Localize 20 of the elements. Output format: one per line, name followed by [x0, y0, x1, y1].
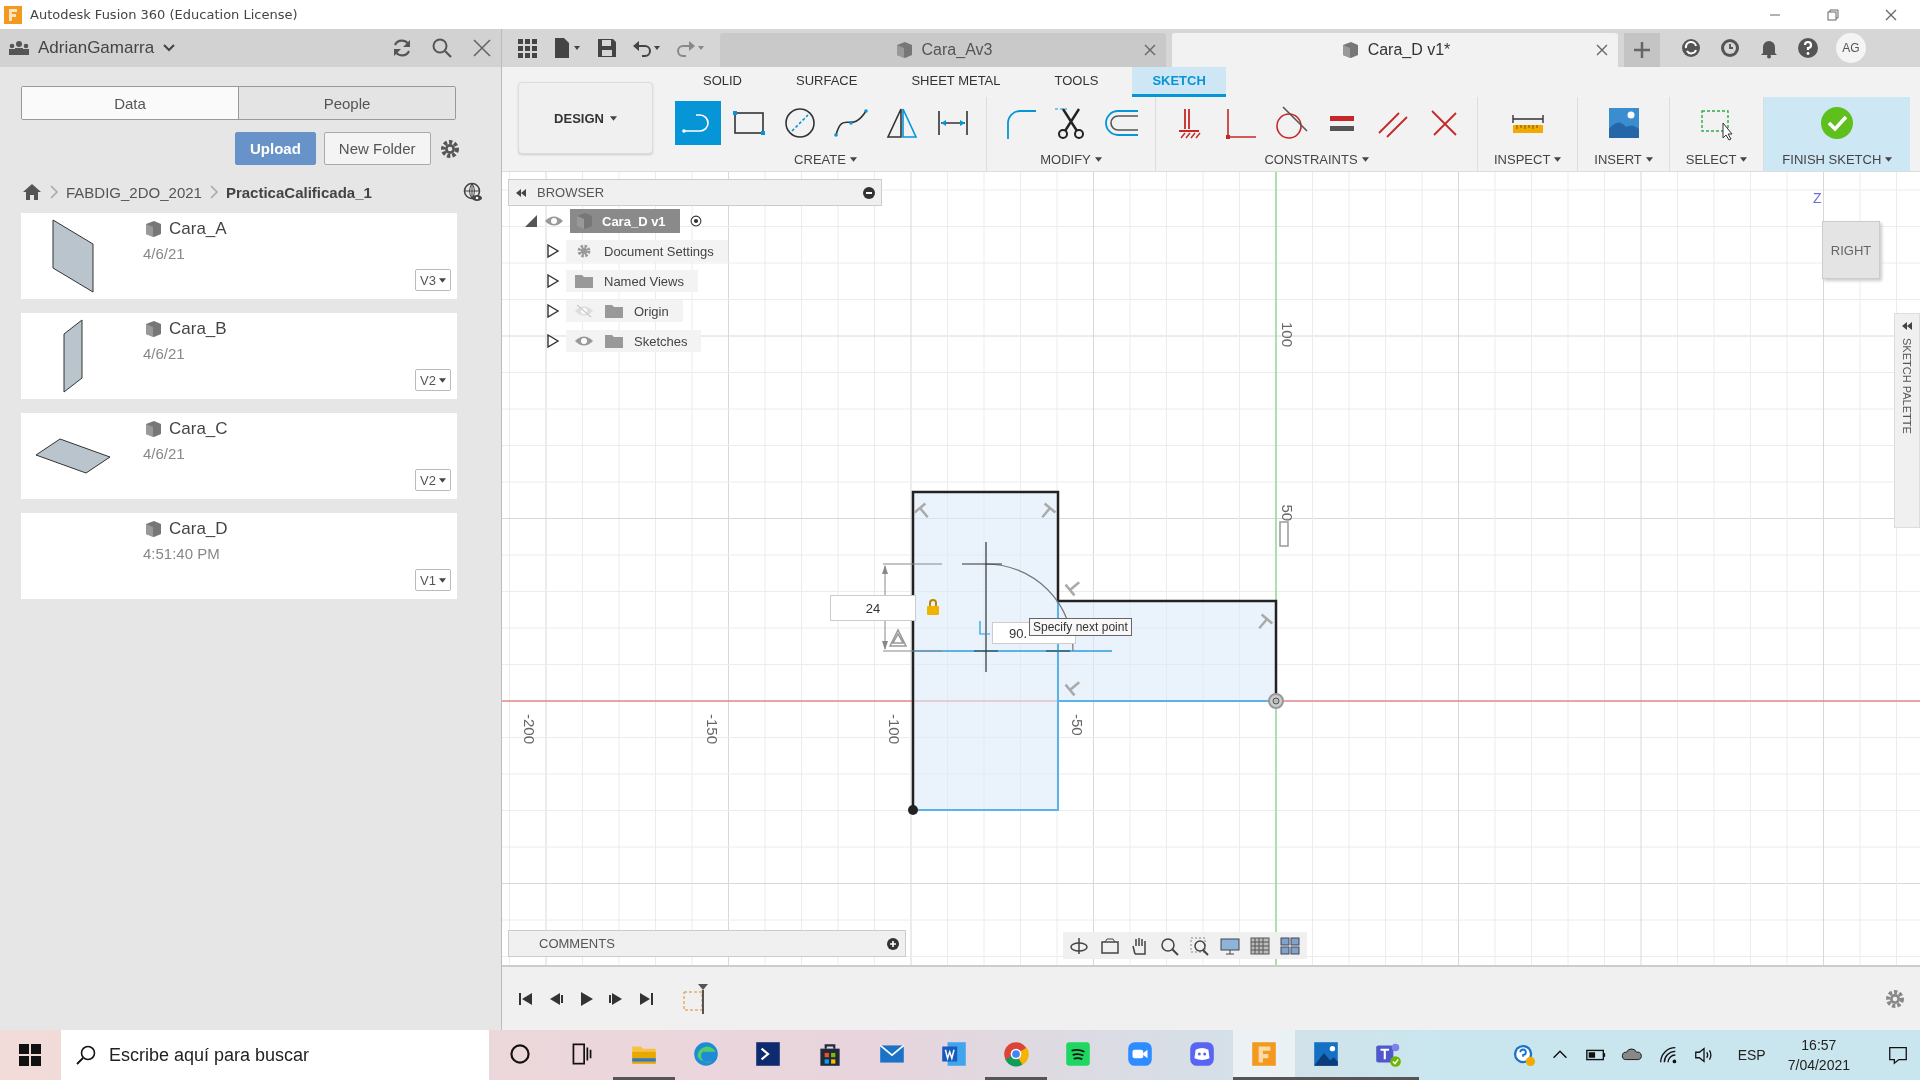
file-name: Cara_C: [169, 419, 228, 439]
file-date: 4/6/21: [143, 345, 186, 362]
window-title: Autodesk Fusion 360 (Education License): [30, 7, 299, 22]
axis-label: 100: [1279, 322, 1296, 348]
file-name: Cara_D: [169, 519, 228, 539]
axis-letter: Z: [1813, 190, 1822, 206]
palette-title: SKETCH PALETTE: [1901, 338, 1913, 434]
axis-label: -150: [703, 714, 721, 745]
tooltip: Specify next point: [1029, 618, 1132, 636]
file-name: Cara_B: [169, 319, 227, 339]
file-date: 4/6/21: [143, 245, 186, 262]
comments-bar: COMMENTS: [508, 930, 906, 957]
axis-label: 50: [1279, 504, 1296, 522]
axis-label: -50: [1068, 714, 1086, 736]
file-date: 4:51:40 PM: [143, 545, 221, 562]
file-date: 4/6/21: [143, 445, 186, 462]
axis-label: -200: [521, 714, 538, 745]
browser-title: BROWSER: [537, 185, 606, 200]
axis-label: -100: [886, 714, 903, 745]
file-name: Cara_A: [169, 219, 227, 239]
